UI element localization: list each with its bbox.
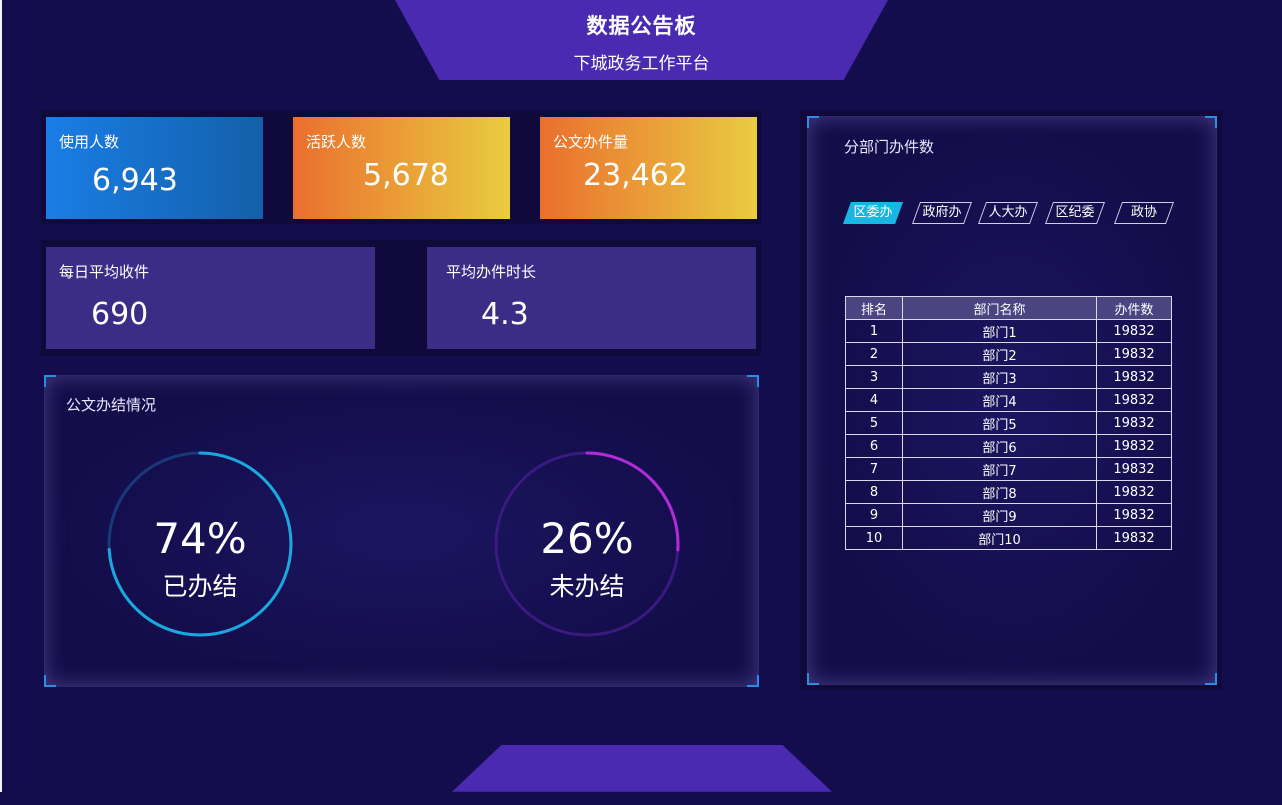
corner-mark xyxy=(807,116,819,128)
dept-cell: 部门9 xyxy=(902,503,1097,527)
page-left-edge xyxy=(0,0,2,792)
completion-panel: 公文办结情况 74% 已办结 26% 未办结 xyxy=(44,375,759,687)
stat-value: 4.3 xyxy=(481,297,529,332)
corner-mark xyxy=(44,675,56,687)
table-row: 5 部门5 19832 xyxy=(845,411,1172,435)
count-cell: 19832 xyxy=(1096,365,1172,389)
tab-zfb[interactable]: 政府办 xyxy=(911,202,973,224)
table-row: 3 部门3 19832 xyxy=(845,365,1172,389)
count-cell: 19832 xyxy=(1096,388,1172,412)
tab-qjw[interactable]: 区纪委 xyxy=(1044,202,1106,224)
dept-cell: 部门1 xyxy=(902,319,1097,343)
rank-cell: 5 xyxy=(845,411,903,435)
rank-cell: 3 xyxy=(845,365,903,389)
dept-cell: 部门8 xyxy=(902,480,1097,504)
dept-cell: 部门7 xyxy=(902,457,1097,481)
done-ring: 74% 已办结 xyxy=(105,449,295,639)
rank-cell: 4 xyxy=(845,388,903,412)
rank-cell: 1 xyxy=(845,319,903,343)
table-header-row: 排名 部门名称 办件数 xyxy=(845,296,1172,320)
tab-rdb[interactable]: 人大办 xyxy=(977,202,1039,224)
count-cell: 19832 xyxy=(1096,434,1172,458)
done-label: 已办结 xyxy=(162,572,238,601)
dept-cell: 部门10 xyxy=(902,526,1097,550)
stat-label: 活跃人数 xyxy=(306,133,367,151)
corner-mark xyxy=(44,375,56,387)
page-subtitle: 下城政务工作平台 xyxy=(573,54,710,74)
rank-cell: 6 xyxy=(845,434,903,458)
count-cell: 19832 xyxy=(1096,319,1172,343)
tab-zx[interactable]: 政协 xyxy=(1113,202,1175,224)
stat-value: 690 xyxy=(91,297,149,332)
count-cell: 19832 xyxy=(1096,480,1172,504)
tab-label: 政府办 xyxy=(922,205,962,220)
corner-mark xyxy=(807,673,819,685)
completion-title: 公文办结情况 xyxy=(66,396,157,414)
stat-card-documents: 公文办件量 23,462 xyxy=(540,117,757,219)
stat-label: 使用人数 xyxy=(59,133,120,151)
count-cell: 19832 xyxy=(1096,411,1172,435)
count-cell: 19832 xyxy=(1096,342,1172,366)
tab-label: 区纪委 xyxy=(1055,205,1095,220)
table-row: 1 部门1 19832 xyxy=(845,319,1172,343)
table-row: 9 部门9 19832 xyxy=(845,503,1172,527)
dept-cell: 部门4 xyxy=(902,388,1097,412)
table-row: 8 部门8 19832 xyxy=(845,480,1172,504)
dept-cell: 部门2 xyxy=(902,342,1097,366)
count-cell: 19832 xyxy=(1096,503,1172,527)
table-row: 2 部门2 19832 xyxy=(845,342,1172,366)
column-header-count: 办件数 xyxy=(1096,296,1172,320)
stat-card-daily-received: 每日平均收件 690 xyxy=(46,247,375,349)
column-header-dept: 部门名称 xyxy=(902,296,1097,320)
stat-card-avg-duration: 平均办件时长 4.3 xyxy=(427,247,756,349)
dept-cell: 部门6 xyxy=(902,434,1097,458)
pending-percent: 26% xyxy=(540,514,634,563)
pending-label: 未办结 xyxy=(549,572,625,601)
tab-label: 人大办 xyxy=(988,205,1028,220)
stat-card-active: 活跃人数 5,678 xyxy=(293,117,510,219)
rank-cell: 2 xyxy=(845,342,903,366)
stat-value: 5,678 xyxy=(363,158,449,193)
tab-qwb[interactable]: 区委办 xyxy=(842,202,904,224)
stat-card-users: 使用人数 6,943 xyxy=(46,117,263,219)
corner-mark xyxy=(747,675,759,687)
corner-mark xyxy=(747,375,759,387)
corner-mark xyxy=(1205,673,1217,685)
count-cell: 19832 xyxy=(1096,526,1172,550)
dept-cell: 部门3 xyxy=(902,365,1097,389)
rank-cell: 7 xyxy=(845,457,903,481)
footer-banner xyxy=(452,745,832,792)
corner-mark xyxy=(1205,116,1217,128)
stat-value: 6,943 xyxy=(92,163,178,198)
tab-label: 区委办 xyxy=(853,205,893,220)
count-cell: 19832 xyxy=(1096,457,1172,481)
page-title: 数据公告板 xyxy=(586,14,697,38)
dept-cell: 部门5 xyxy=(902,411,1097,435)
stat-value: 23,462 xyxy=(583,158,688,193)
tab-label: 政协 xyxy=(1130,205,1157,220)
stat-label: 每日平均收件 xyxy=(59,263,150,281)
dept-table: 排名 部门名称 办件数 1 部门1 19832 2 部门2 19832 3 部门3 1983… xyxy=(845,296,1172,550)
rank-cell: 10 xyxy=(845,526,903,550)
rank-cell: 8 xyxy=(845,480,903,504)
table-row: 4 部门4 19832 xyxy=(845,388,1172,412)
table-row: 10 部门10 19832 xyxy=(845,526,1172,550)
table-row: 6 部门6 19832 xyxy=(845,434,1172,458)
done-percent: 74% xyxy=(153,514,247,563)
rank-cell: 9 xyxy=(845,503,903,527)
stat-label: 平均办件时长 xyxy=(446,263,537,281)
stat-label: 公文办件量 xyxy=(553,133,629,151)
table-row: 7 部门7 19832 xyxy=(845,457,1172,481)
pending-ring: 26% 未办结 xyxy=(492,449,682,639)
dept-title: 分部门办件数 xyxy=(844,138,935,156)
column-header-rank: 排名 xyxy=(845,296,903,320)
